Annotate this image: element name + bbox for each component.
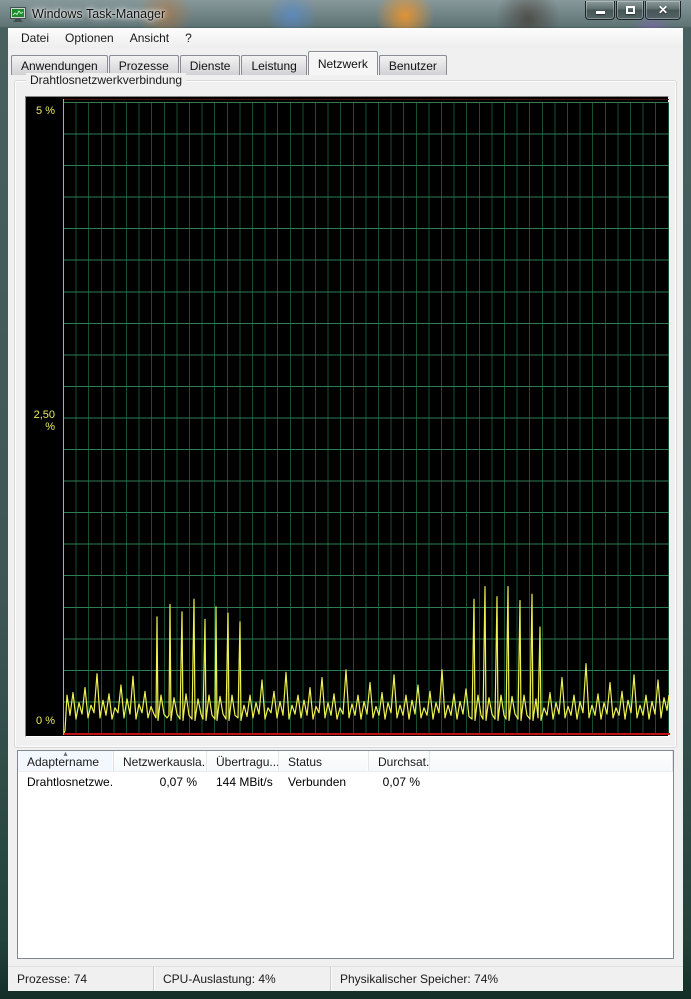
sort-ascending-icon: ▴ bbox=[63, 751, 68, 758]
column-header-uebertragung[interactable]: Übertragu... bbox=[207, 751, 279, 771]
ytick-0: 0 % bbox=[36, 715, 55, 727]
window-controls: ✕ bbox=[584, 1, 681, 20]
column-header-filler bbox=[430, 751, 673, 771]
menu-datei[interactable]: Datei bbox=[13, 29, 57, 47]
statusbar: Prozesse: 74 CPU-Auslastung: 4% Physikal… bbox=[8, 966, 683, 991]
graph-y-axis bbox=[63, 99, 64, 735]
minimize-button[interactable] bbox=[585, 1, 615, 20]
maximize-button[interactable] bbox=[616, 1, 644, 20]
task-manager-icon bbox=[10, 6, 26, 22]
tab-netzwerk[interactable]: Netzwerk bbox=[307, 51, 378, 75]
cell-adaptername: Drahtlosnetzwe... bbox=[27, 775, 114, 789]
column-header-netzwerkauslastung[interactable]: Netzwerkausla... bbox=[114, 751, 207, 771]
status-physical-memory: Physikalischer Speicher: 74% bbox=[340, 972, 499, 986]
tab-dienste[interactable]: Dienste bbox=[179, 55, 241, 75]
adapter-list-header: ▴ Adaptername Netzwerkausla... Übertragu… bbox=[18, 751, 673, 772]
task-manager-window: Windows Task-Manager ✕ Datei Optionen An… bbox=[0, 0, 691, 999]
cell-status: Verbunden bbox=[288, 775, 347, 789]
menu-help[interactable]: ? bbox=[177, 29, 200, 47]
status-cpu-usage: CPU-Auslastung: 4% bbox=[154, 967, 331, 991]
graph-zero-line bbox=[64, 733, 670, 735]
maximize-icon bbox=[625, 6, 635, 14]
groupbox-label: Drahtlosnetzwerkverbindung bbox=[26, 73, 187, 87]
column-header-status[interactable]: Status bbox=[279, 751, 369, 771]
tab-anwendungen[interactable]: Anwendungen bbox=[11, 55, 108, 75]
tab-benutzer[interactable]: Benutzer bbox=[378, 55, 447, 75]
cell-durchsatz: 0,07 % bbox=[382, 775, 420, 789]
network-graph-line bbox=[64, 586, 669, 733]
minimize-icon bbox=[595, 11, 605, 14]
adapter-list: ▴ Adaptername Netzwerkausla... Übertragu… bbox=[17, 750, 674, 959]
graph-plot-area bbox=[64, 102, 669, 733]
titlebar[interactable]: Windows Task-Manager ✕ bbox=[0, 0, 691, 28]
column-header-durchsatz[interactable]: Durchsat... bbox=[369, 751, 430, 771]
menubar: Datei Optionen Ansicht ? bbox=[8, 28, 683, 48]
column-header-adaptername[interactable]: ▴ Adaptername bbox=[18, 751, 114, 771]
adapter-groupbox: Drahtlosnetzwerkverbindung 5 % 2,50 % 0 … bbox=[14, 73, 677, 748]
ytick-2-50: 2,50 % bbox=[33, 409, 55, 433]
menu-optionen[interactable]: Optionen bbox=[57, 29, 122, 47]
cell-uebertragung: 144 MBit/s bbox=[216, 775, 273, 789]
client-area: Datei Optionen Ansicht ? Anwendungen Pro… bbox=[8, 28, 683, 991]
ytick-5: 5 % bbox=[36, 105, 55, 117]
status-processes: Prozesse: 74 bbox=[8, 967, 154, 991]
graph-top-line bbox=[64, 99, 669, 100]
window-title: Windows Task-Manager bbox=[32, 7, 166, 21]
close-button[interactable]: ✕ bbox=[645, 1, 681, 20]
cell-netzwerkauslastung: 0,07 % bbox=[159, 775, 197, 789]
tab-prozesse[interactable]: Prozesse bbox=[108, 55, 179, 75]
table-row[interactable]: Drahtlosnetzwe... 0,07 % 144 MBit/s Verb… bbox=[18, 772, 673, 792]
network-utilization-graph: 5 % 2,50 % 0 % bbox=[25, 96, 670, 737]
close-icon: ✕ bbox=[657, 3, 669, 17]
tab-leistung[interactable]: Leistung bbox=[241, 55, 307, 75]
tab-strip: Anwendungen Prozesse Dienste Leistung Ne… bbox=[8, 48, 683, 75]
netzwerk-tab-page: Drahtlosnetzwerkverbindung 5 % 2,50 % 0 … bbox=[8, 73, 683, 991]
menu-ansicht[interactable]: Ansicht bbox=[122, 29, 177, 47]
